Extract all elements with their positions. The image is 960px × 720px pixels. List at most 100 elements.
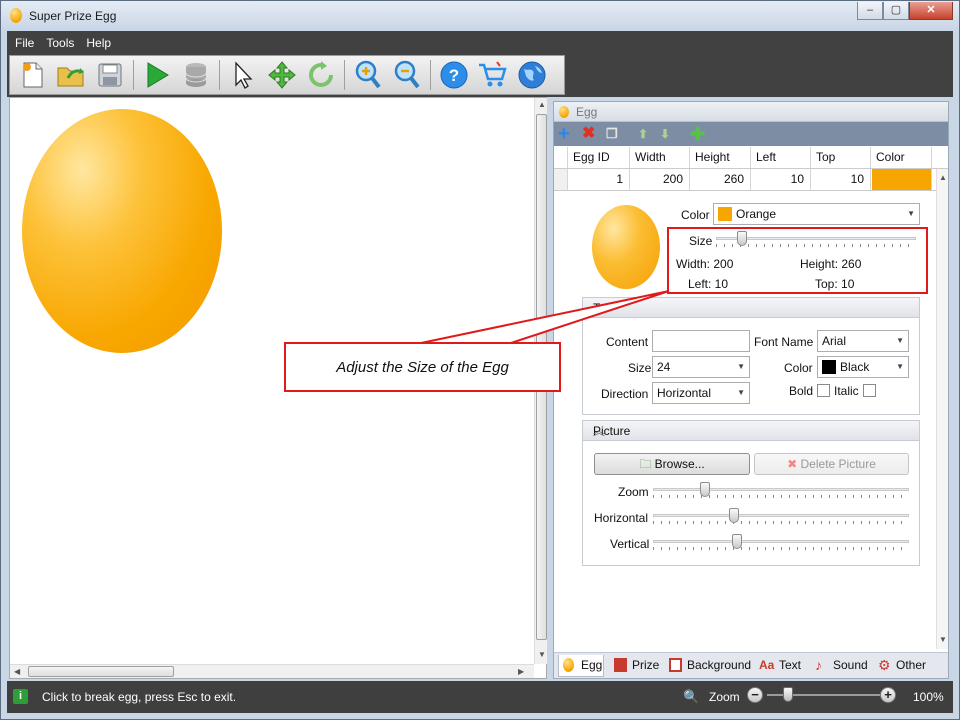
picture-vertical-slider[interactable] <box>653 533 909 553</box>
col-height[interactable]: Height <box>690 147 751 168</box>
chevron-down-icon: ▼ <box>737 388 745 397</box>
help-icon[interactable]: ? <box>438 59 470 91</box>
col-color[interactable]: Color <box>871 147 932 168</box>
pointer-icon[interactable] <box>227 59 259 91</box>
menu-tools[interactable]: Tools <box>40 35 80 53</box>
add-icon[interactable]: + <box>558 124 570 144</box>
picture-zoom-slider[interactable] <box>653 481 909 501</box>
callout-text: Adjust the Size of the Egg <box>336 359 509 376</box>
text-group-header[interactable]: T ︽ <box>583 298 919 318</box>
zoom-label: Zoom <box>618 485 649 499</box>
move-up-icon[interactable]: ⬆ <box>638 126 648 142</box>
info-icon: i <box>13 689 28 704</box>
copy-icon[interactable]: ❐ <box>606 126 618 142</box>
tab-egg[interactable]: Egg <box>558 655 604 677</box>
zoom-out-icon[interactable] <box>391 59 423 91</box>
tab-background[interactable]: Background <box>665 655 755 677</box>
cell-top: 10 <box>811 169 871 190</box>
egg-color-select[interactable]: Orange ▼ <box>713 203 920 225</box>
zoom-out-button[interactable]: − <box>747 687 763 703</box>
app-window: Super Prize Egg – ▢ ✕ File Tools Help ? … <box>0 0 960 720</box>
chevron-down-icon: ▼ <box>907 209 915 218</box>
direction-label: Direction <box>601 387 649 401</box>
text-size-label: Size <box>628 361 652 375</box>
rotate-icon[interactable] <box>305 59 337 91</box>
font-name-select[interactable]: Arial ▼ <box>817 330 909 352</box>
menu-help[interactable]: Help <box>80 35 117 53</box>
text-color-select[interactable]: Black ▼ <box>817 356 909 378</box>
status-zoom-thumb[interactable] <box>783 687 793 702</box>
content-label: Content <box>606 335 649 349</box>
text-size-value: 24 <box>657 360 671 374</box>
cart-icon[interactable] <box>477 59 509 91</box>
svg-text:?: ? <box>449 66 459 85</box>
tab-text[interactable]: Aa Text <box>757 655 807 677</box>
horizontal-slider-thumb[interactable] <box>729 508 739 523</box>
zoom-slider-thumb[interactable] <box>700 482 710 497</box>
content-input[interactable] <box>652 330 750 352</box>
egg-color-value: Orange <box>736 207 777 221</box>
col-left[interactable]: Left <box>751 147 811 168</box>
tab-other[interactable]: ⚙ Other <box>874 655 934 677</box>
panel-tabs: Egg Prize Background Aa Text ♪ Sound ⚙ Othe… <box>554 652 948 678</box>
table-row[interactable]: 1 200 260 10 10 <box>554 169 948 191</box>
picture-group: Picture ︽ 🗀 Browse... ✖ Delete Picture Z… <box>582 420 920 566</box>
tab-sound[interactable]: ♪ Sound <box>811 655 871 677</box>
new-file-icon[interactable] <box>16 59 48 91</box>
canvas-horizontal-scrollbar[interactable]: ◀ ▶ <box>10 664 534 678</box>
panel-title: Egg <box>576 105 598 119</box>
main-toolbar: ? <box>9 55 565 95</box>
text-color-label: Color <box>784 361 813 375</box>
panel-header: Egg <box>554 102 948 122</box>
cell-width: 200 <box>630 169 690 190</box>
delete-picture-label: Delete Picture <box>800 457 876 471</box>
minimize-button[interactable]: – <box>857 2 883 20</box>
music-note-icon: ♪ <box>815 657 822 673</box>
vertical-slider-thumb[interactable] <box>732 534 742 549</box>
globe-icon[interactable] <box>516 59 548 91</box>
browse-button[interactable]: 🗀 Browse... <box>594 453 750 475</box>
egg-properties-panel: Egg + ✖ ❐ ⬆ ⬇ ✚ Egg ID Width Height Left… <box>553 101 949 679</box>
italic-checkbox[interactable] <box>863 384 876 397</box>
text-group: T ︽ Content Font Name Arial ▼ Size 24 ▼ … <box>582 297 920 415</box>
chevron-down-icon: ▼ <box>737 362 745 371</box>
close-button[interactable]: ✕ <box>909 2 953 20</box>
move-icon[interactable] <box>266 59 298 91</box>
add-green-icon[interactable]: ✚ <box>690 125 705 143</box>
collapse-icon[interactable]: ︽ <box>593 422 909 439</box>
bold-checkbox[interactable] <box>817 384 830 397</box>
delete-icon[interactable]: ✖ <box>582 126 595 142</box>
database-icon[interactable] <box>180 59 212 91</box>
vertical-label: Vertical <box>610 537 650 551</box>
status-zoom-value: 100% <box>913 690 944 704</box>
folder-icon: 🗀 <box>639 457 652 471</box>
panel-toolbar: + ✖ ❐ ⬆ ⬇ ✚ <box>554 122 948 146</box>
menu-file[interactable]: File <box>9 35 40 53</box>
horizontal-scroll-thumb[interactable] <box>28 666 174 677</box>
play-icon[interactable] <box>141 59 173 91</box>
open-folder-icon[interactable] <box>55 59 87 91</box>
panel-vertical-scrollbar[interactable]: ▲ ▼ <box>936 169 948 649</box>
cell-height: 260 <box>690 169 751 190</box>
zoom-in-icon[interactable] <box>352 59 384 91</box>
collapse-icon[interactable]: ︽ <box>593 299 909 316</box>
cell-color-swatch <box>872 169 932 190</box>
direction-select[interactable]: Horizontal ▼ <box>652 382 750 404</box>
title-bar[interactable]: Super Prize Egg – ▢ ✕ <box>1 1 959 31</box>
egg-preview[interactable] <box>22 109 222 353</box>
text-size-select[interactable]: 24 ▼ <box>652 356 750 378</box>
picture-group-header[interactable]: Picture ︽ <box>583 421 919 441</box>
save-icon[interactable] <box>94 59 126 91</box>
font-icon: Aa <box>759 658 775 672</box>
picture-horizontal-slider[interactable] <box>653 507 909 527</box>
col-width[interactable]: Width <box>630 147 690 168</box>
col-egg-id[interactable]: Egg ID <box>568 147 630 168</box>
move-down-icon[interactable]: ⬇ <box>660 126 670 142</box>
egg-thumbnail <box>592 205 660 289</box>
zoom-in-button[interactable]: + <box>880 687 896 703</box>
delete-picture-button[interactable]: ✖ Delete Picture <box>754 453 909 475</box>
maximize-button[interactable]: ▢ <box>883 2 909 20</box>
col-top[interactable]: Top <box>811 147 871 168</box>
chevron-down-icon: ▼ <box>896 336 904 345</box>
tab-prize[interactable]: Prize <box>610 655 660 677</box>
